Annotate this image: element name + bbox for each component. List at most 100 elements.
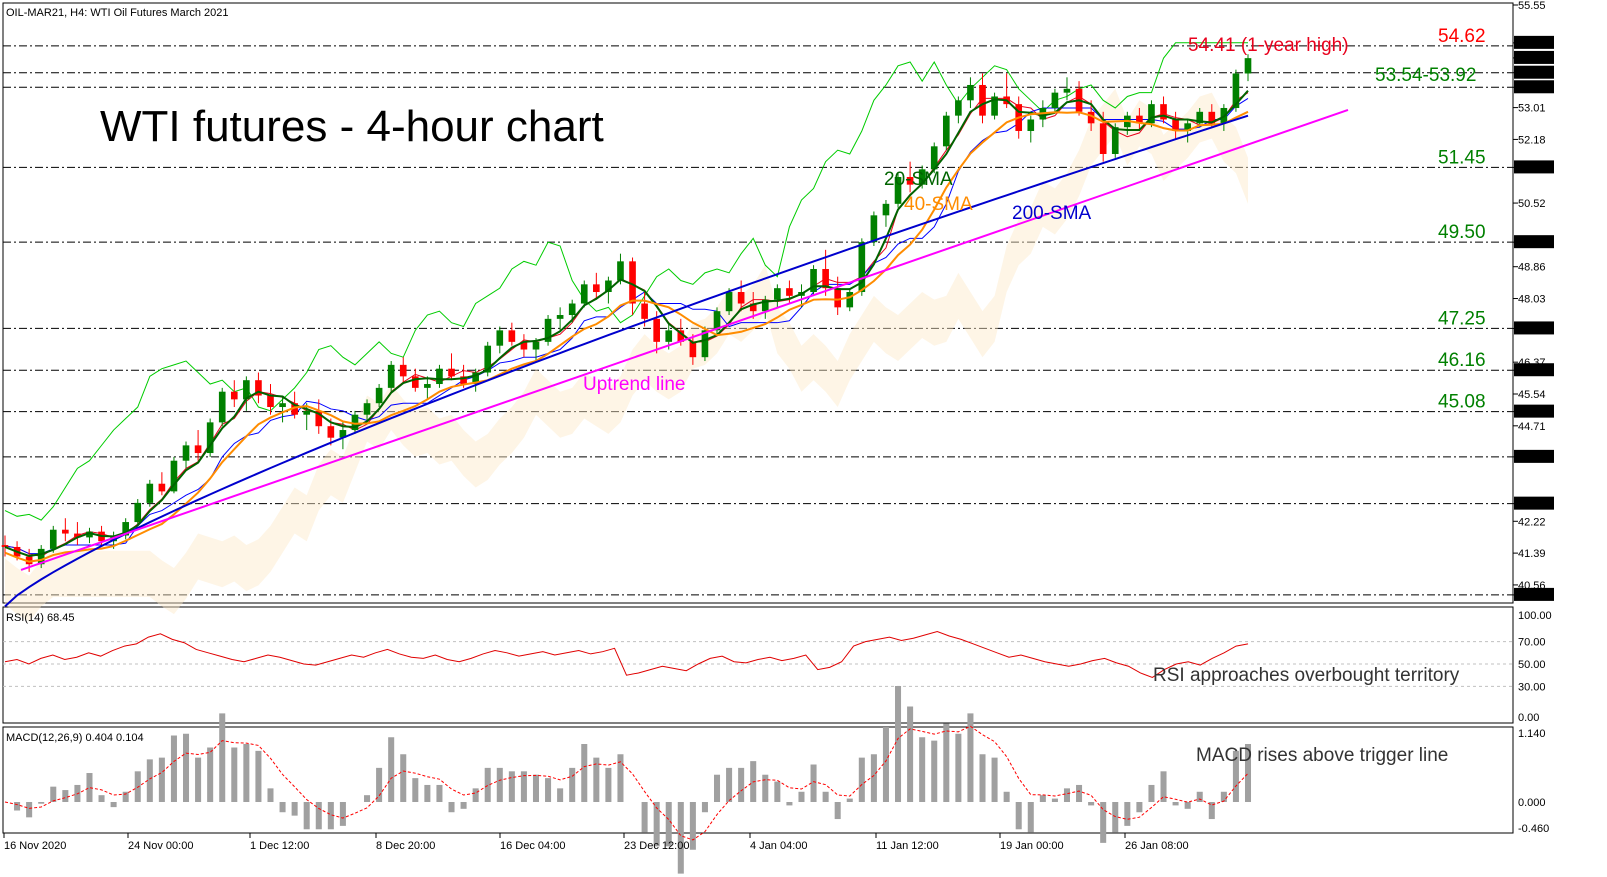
x-tick-label: 23 Dec 12:00 bbox=[624, 840, 689, 852]
candle-body bbox=[979, 84, 986, 116]
zone-annotation: 53.54-53.92 bbox=[1375, 65, 1476, 86]
macd-tick-label: 1.140 bbox=[1518, 728, 1546, 740]
sma20-label: 20-SMA bbox=[884, 169, 953, 190]
level-label: 46.16 bbox=[1438, 350, 1486, 371]
candle-body bbox=[1099, 123, 1107, 154]
candle-body bbox=[134, 502, 142, 523]
price-tick-label: 48.03 bbox=[1518, 294, 1546, 306]
candle-body bbox=[182, 445, 190, 461]
uptrend-line bbox=[20, 108, 1349, 571]
price-tag-label: 53.92 bbox=[1518, 68, 1546, 80]
candle-body bbox=[496, 330, 504, 346]
rsi-tick-label: 100.00 bbox=[1518, 610, 1552, 622]
candle-body bbox=[230, 391, 238, 400]
candle-body bbox=[1244, 58, 1252, 74]
level-label: 49.50 bbox=[1438, 222, 1486, 243]
candle-body bbox=[967, 84, 974, 101]
rsi-label: RSI(14) 68.45 bbox=[6, 612, 74, 624]
candle-body bbox=[1, 545, 9, 547]
price-tick-label: 55.55 bbox=[1518, 0, 1546, 12]
candle-body bbox=[49, 529, 57, 549]
candle-body bbox=[725, 292, 733, 312]
rsi-tick-label: 50.00 bbox=[1518, 659, 1546, 671]
price-tag-label: 47.25 bbox=[1518, 323, 1546, 335]
level-label: 51.45 bbox=[1438, 147, 1486, 168]
candle-body bbox=[267, 395, 274, 408]
candle-body bbox=[508, 330, 516, 342]
sma40-label: 40-SMA bbox=[904, 194, 973, 215]
candle-body bbox=[218, 391, 226, 423]
candle-body bbox=[1051, 92, 1059, 108]
macd-tick-label: 0.000 bbox=[1518, 797, 1546, 809]
x-tick-label: 24 Nov 00:00 bbox=[128, 840, 193, 852]
sma20-line bbox=[4, 90, 1249, 557]
price-tag-label: 54.41 bbox=[1518, 53, 1546, 65]
x-tick-label: 8 Dec 20:00 bbox=[376, 840, 435, 852]
level-label: 47.25 bbox=[1438, 308, 1486, 329]
price-tag-label: 46.16 bbox=[1518, 365, 1546, 377]
candle-body bbox=[737, 292, 745, 304]
price-tick-label: 50.52 bbox=[1518, 198, 1546, 210]
candle-body bbox=[834, 288, 842, 308]
candle-body bbox=[399, 364, 407, 377]
price-tick-label: 53.01 bbox=[1518, 103, 1546, 115]
candle-body bbox=[532, 341, 540, 350]
rsi-line bbox=[4, 630, 1249, 678]
macd-panel-frame bbox=[2, 726, 1514, 834]
x-tick-label: 16 Dec 04:00 bbox=[500, 840, 565, 852]
candle-body bbox=[1027, 119, 1035, 131]
candle-body bbox=[158, 483, 166, 492]
sma40-line bbox=[4, 110, 1249, 563]
price-tick-label: 41.39 bbox=[1518, 548, 1546, 560]
macd-tick-label: -0.460 bbox=[1518, 823, 1549, 835]
high-annotation: 54.41 (1-year high) bbox=[1188, 35, 1349, 56]
candle-body bbox=[556, 315, 564, 319]
candle-body bbox=[303, 410, 311, 415]
candle-body bbox=[955, 100, 962, 116]
x-tick-label: 16 Nov 2020 bbox=[4, 840, 66, 852]
ichimoku-tenkan-line bbox=[4, 92, 1249, 558]
candle-body bbox=[942, 115, 950, 147]
x-tick-label: 1 Dec 12:00 bbox=[250, 840, 309, 852]
rsi-tick-label: 30.00 bbox=[1518, 681, 1546, 693]
price-tag-label: 49.50 bbox=[1518, 237, 1546, 249]
wti-4h-chart: 54.62 51.45 49.50 47.25 46.16 45.08 55.55 54.6… bbox=[1, 0, 1554, 874]
price-tick-label: 42.22 bbox=[1518, 516, 1546, 528]
candle-body bbox=[448, 368, 455, 377]
price-tag-label: 51.45 bbox=[1518, 162, 1546, 174]
price-tag-label: 53.54 bbox=[1518, 82, 1546, 94]
rsi-tick-label: 0.00 bbox=[1518, 712, 1539, 724]
price-tag-label: 40.30 bbox=[1518, 590, 1546, 602]
candle-body bbox=[146, 483, 154, 503]
candle-body bbox=[1111, 127, 1119, 154]
level-label: 54.62 bbox=[1438, 26, 1486, 47]
candle-body bbox=[774, 288, 781, 300]
price-tick-label: 45.54 bbox=[1518, 389, 1546, 401]
candle-body bbox=[194, 445, 202, 454]
candle-body bbox=[363, 403, 371, 415]
candle-body bbox=[882, 203, 890, 216]
candle-body bbox=[62, 529, 69, 534]
price-tag-label: 43.90 bbox=[1518, 452, 1546, 464]
candle-body bbox=[424, 384, 431, 388]
price-tick-label: 48.86 bbox=[1518, 262, 1546, 274]
candle-body bbox=[641, 303, 648, 319]
symbol-header: OIL-MAR21, H4: WTI Oil Futures March 202… bbox=[6, 7, 229, 19]
macd-note: MACD rises above trigger line bbox=[1196, 745, 1448, 766]
level-label: 45.08 bbox=[1438, 392, 1486, 413]
macd-signal-line bbox=[4, 725, 1249, 841]
x-tick-label: 4 Jan 04:00 bbox=[750, 840, 808, 852]
macd-label: MACD(12,26,9) 0.404 0.104 bbox=[6, 732, 144, 744]
ichimoku-cloud bbox=[5, 88, 1248, 622]
x-tick-label: 26 Jan 08:00 bbox=[1125, 840, 1189, 852]
price-tag-label: 42.68 bbox=[1518, 499, 1546, 511]
candle-body bbox=[665, 330, 673, 342]
candle-body bbox=[689, 341, 697, 358]
uptrend-label: Uptrend line bbox=[583, 374, 685, 395]
sma200-label: 200-SMA bbox=[1012, 203, 1092, 224]
candle-body bbox=[653, 318, 660, 342]
candle-body bbox=[327, 426, 335, 438]
price-tick-label: 44.71 bbox=[1518, 421, 1546, 433]
chart-title: WTI futures - 4-hour chart bbox=[100, 102, 604, 151]
candle-body bbox=[870, 215, 878, 243]
